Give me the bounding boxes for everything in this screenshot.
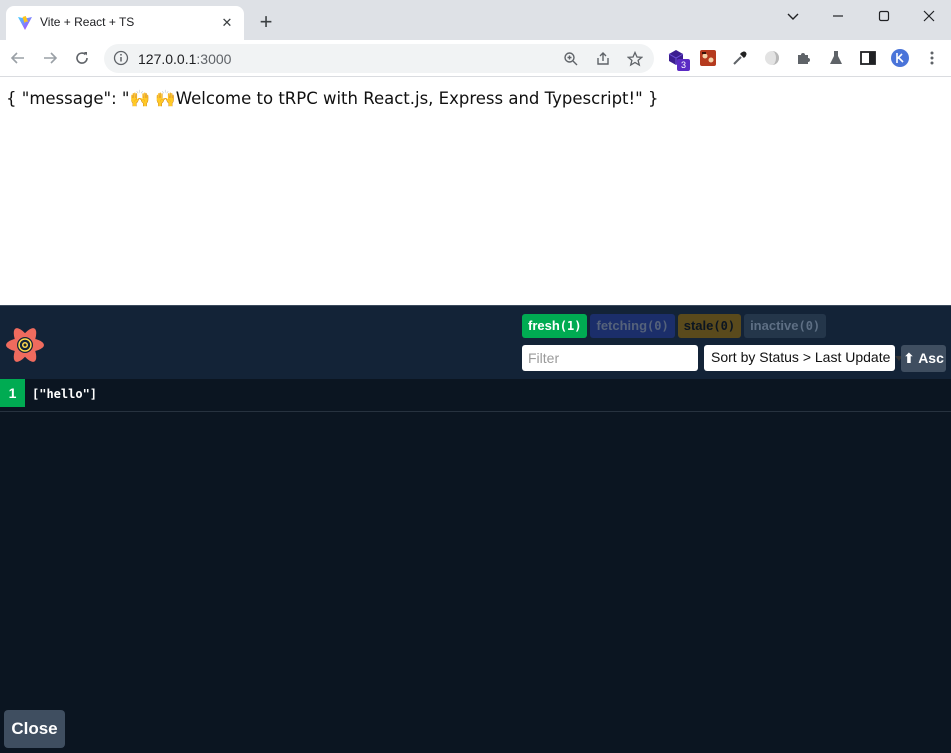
react-query-logo-icon[interactable] <box>4 324 46 366</box>
share-icon[interactable] <box>594 50 612 68</box>
eyedropper-icon[interactable] <box>730 48 750 68</box>
badge-count: (0) <box>798 319 821 333</box>
page-content: { "message": "🙌 🙌Welcome to tRPC with Re… <box>0 77 951 305</box>
minimize-icon <box>833 15 843 17</box>
tab-strip: Vite + React + TS ✕ + <box>0 0 951 40</box>
new-tab-button[interactable]: + <box>252 8 280 36</box>
browser-tab[interactable]: Vite + React + TS ✕ <box>6 6 244 40</box>
arrow-right-icon <box>44 52 58 64</box>
arrow-left-icon <box>10 52 24 64</box>
maximize-button[interactable] <box>861 0 907 32</box>
url-host: 127.0.0.1 <box>138 51 197 67</box>
close-icon[interactable]: ✕ <box>218 14 236 32</box>
game-extension-icon[interactable] <box>698 48 718 68</box>
puzzle-icon[interactable] <box>794 48 814 68</box>
badge-label: fresh <box>528 318 560 333</box>
close-devtools-button[interactable]: Close <box>4 710 65 748</box>
profile-avatar[interactable] <box>890 48 910 68</box>
fetching-badge: fetching(0) <box>590 314 675 338</box>
fresh-badge: fresh(1) <box>522 314 588 338</box>
tab-title: Vite + React + TS <box>40 15 135 29</box>
extension-badge: 3 <box>677 59 690 71</box>
badge-count: (0) <box>713 319 736 333</box>
info-icon[interactable] <box>113 50 129 66</box>
sort-order-button[interactable]: ⬆ Asc <box>901 345 946 372</box>
chevron-down-icon <box>787 13 799 20</box>
browser-toolbar: 127.0.0.1:3000 3 <box>0 40 951 77</box>
sort-select[interactable]: Sort by Status > Last Update <box>704 345 904 371</box>
reload-button[interactable] <box>70 46 94 70</box>
flask-icon[interactable] <box>826 48 846 68</box>
badge-count: (0) <box>647 319 669 333</box>
query-observer-count: 1 <box>0 379 25 407</box>
react-query-devtools-panel: fresh(1) fetching(0) stale(0) inactive(0… <box>0 305 951 753</box>
badge-count: (1) <box>559 319 582 333</box>
minimize-button[interactable] <box>815 0 861 32</box>
vite-logo-icon <box>18 16 32 30</box>
zoom-icon[interactable] <box>562 50 580 68</box>
url-port: :3000 <box>196 51 232 67</box>
forward-button[interactable] <box>38 46 62 70</box>
reload-icon <box>76 52 88 64</box>
badge-label: inactive <box>750 318 799 333</box>
close-icon <box>923 10 935 22</box>
bookmark-star-icon[interactable] <box>626 50 644 68</box>
side-panel-icon[interactable] <box>858 48 878 68</box>
back-button[interactable] <box>6 46 30 70</box>
query-status-badges: fresh(1) fetching(0) stale(0) inactive(0… <box>522 314 827 338</box>
query-key: ["hello"] <box>32 387 98 401</box>
filter-input[interactable] <box>522 345 698 371</box>
dark-reader-icon[interactable] <box>762 48 782 68</box>
menu-icon[interactable] <box>922 48 942 68</box>
json-response-text: { "message": "🙌 🙌Welcome to tRPC with Re… <box>6 89 659 108</box>
tab-search-button[interactable] <box>770 0 816 32</box>
inactive-badge: inactive(0) <box>744 314 827 338</box>
devtools-header: fresh(1) fetching(0) stale(0) inactive(0… <box>0 305 951 379</box>
address-bar[interactable]: 127.0.0.1:3000 <box>104 44 654 73</box>
url-text[interactable]: 127.0.0.1:3000 <box>138 51 231 67</box>
badge-label: fetching <box>596 318 648 333</box>
window-close-button[interactable] <box>906 0 951 32</box>
query-row[interactable]: 1 ["hello"] <box>0 379 951 412</box>
badge-label: stale <box>683 318 714 333</box>
sort-label: Sort by Status > Last Update <box>711 349 891 365</box>
stale-badge: stale(0) <box>677 314 742 338</box>
maximize-icon <box>878 10 890 22</box>
